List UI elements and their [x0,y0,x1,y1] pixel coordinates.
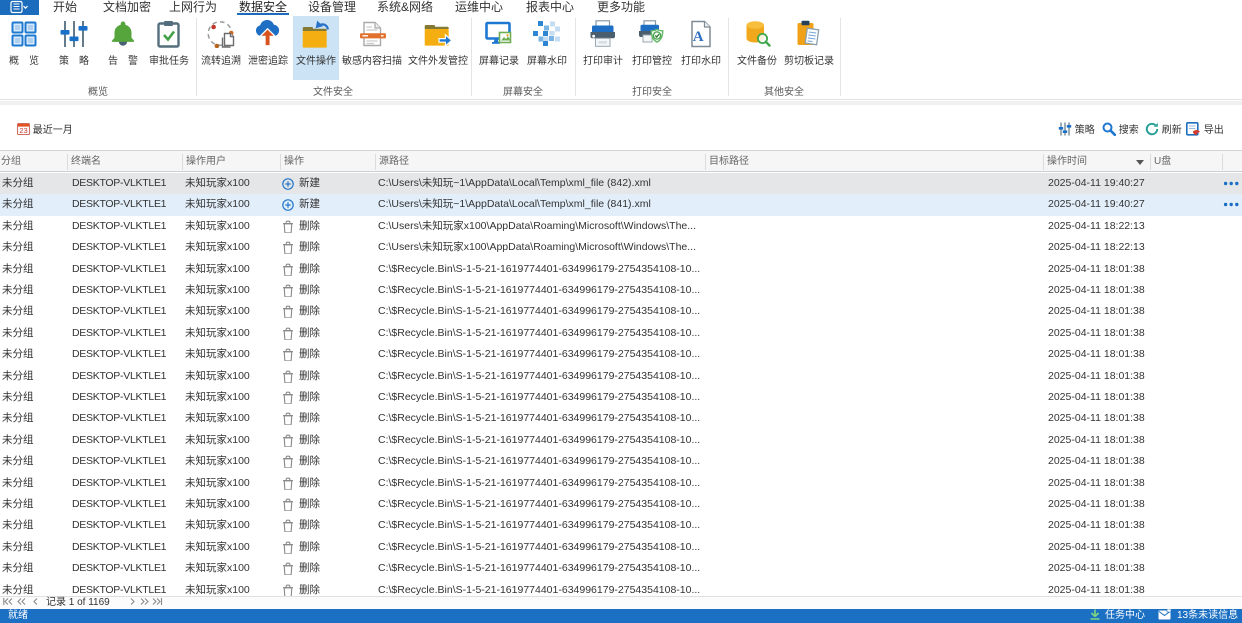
svg-text:23: 23 [19,126,27,135]
svg-text:A: A [693,29,704,45]
